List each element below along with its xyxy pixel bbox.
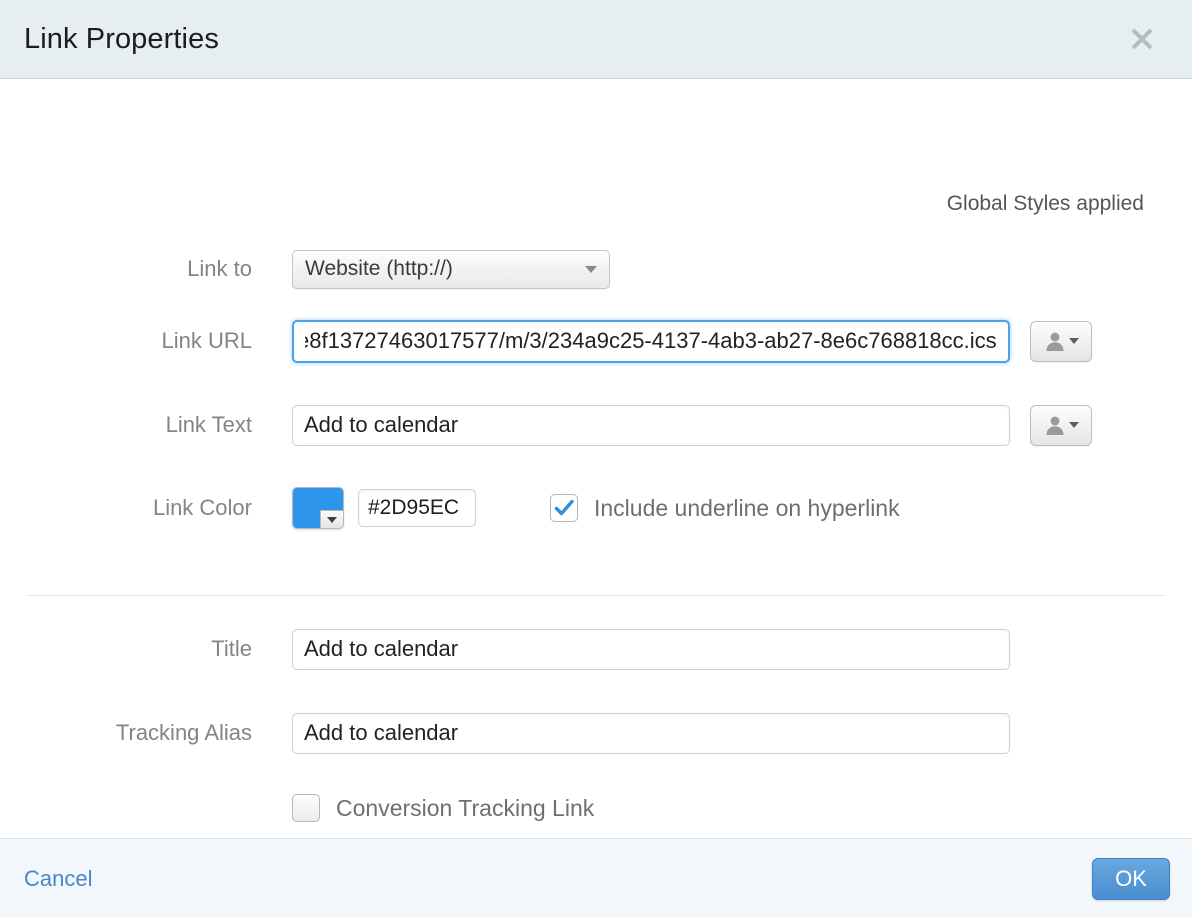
row-link-to: Link to Website (http://)	[0, 239, 1192, 299]
conversion-tracking-checkbox[interactable]: Conversion Tracking Link	[292, 794, 594, 822]
link-text-label: Link Text	[165, 412, 252, 437]
include-underline-checkbox[interactable]: Include underline on hyperlink	[550, 494, 900, 522]
link-url-label: Link URL	[161, 328, 252, 353]
chevron-down-icon	[327, 516, 337, 523]
row-link-text: Link Text	[0, 383, 1192, 467]
link-url-personalization-button[interactable]	[1030, 320, 1092, 362]
chevron-down-icon	[1068, 422, 1079, 428]
cancel-button[interactable]: Cancel	[24, 866, 92, 892]
row-conversion-tracking: Conversion Tracking Link	[0, 775, 1192, 841]
checkbox-box	[550, 494, 578, 522]
dialog-footer: Cancel OK	[0, 838, 1192, 918]
person-icon	[1046, 332, 1063, 351]
include-underline-label: Include underline on hyperlink	[594, 494, 900, 521]
chevron-down-icon	[1068, 338, 1079, 344]
link-to-select-wrapper: Website (http://)	[292, 249, 610, 289]
checkbox-box	[292, 794, 320, 822]
link-text-input[interactable]	[292, 404, 1010, 446]
row-link-color: Link Color Include underline on hype	[0, 467, 1192, 549]
link-text-personalization-button[interactable]	[1030, 404, 1092, 446]
tracking-alias-input[interactable]	[292, 712, 1010, 754]
link-color-hex-input[interactable]	[358, 489, 476, 527]
link-to-select[interactable]: Website (http://)	[292, 249, 610, 289]
link-color-swatch-caret	[320, 510, 343, 528]
checkmark-icon	[554, 499, 574, 516]
title-label: Title	[211, 636, 252, 661]
link-properties-dialog: Link Properties Global Styles applied Li…	[0, 0, 1192, 918]
section-divider	[28, 595, 1164, 596]
page-title: Link Properties	[24, 22, 219, 55]
global-styles-note: Global Styles applied	[946, 192, 1144, 215]
dialog-header: Link Properties	[0, 0, 1192, 79]
dialog-body: Global Styles applied Link to Website (h…	[0, 79, 1192, 838]
link-properties-form: Link to Website (http://) Link URL e8f13…	[0, 239, 1192, 841]
link-to-label: Link to	[187, 256, 252, 281]
row-link-url: Link URL	[0, 299, 1192, 383]
link-url-input[interactable]	[292, 319, 1010, 363]
link-color-swatch[interactable]	[292, 487, 344, 529]
title-input[interactable]	[292, 628, 1010, 670]
ok-button[interactable]: OK	[1092, 857, 1170, 900]
tracking-alias-label: Tracking Alias	[115, 720, 252, 745]
row-title: Title	[0, 607, 1192, 691]
person-icon	[1046, 416, 1063, 435]
close-icon[interactable]	[1122, 19, 1162, 59]
link-color-label: Link Color	[152, 495, 252, 520]
row-tracking-alias: Tracking Alias	[0, 691, 1192, 775]
conversion-tracking-label: Conversion Tracking Link	[336, 794, 595, 821]
